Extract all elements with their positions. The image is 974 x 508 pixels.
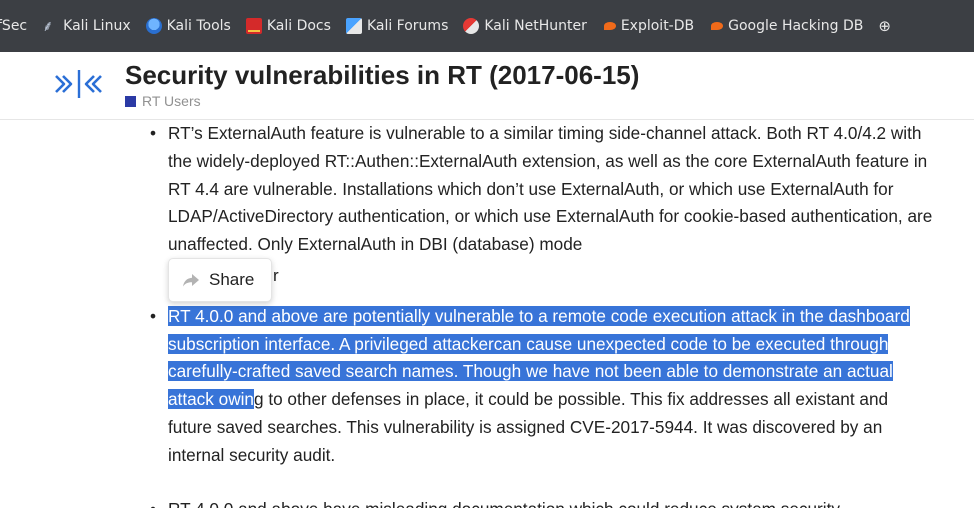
- list-item: RT 4.0.0 and above have misleading docum…: [146, 496, 936, 508]
- list-item-text-tail: r: [273, 266, 279, 285]
- list-item: RT 4.0.0 and above are potentially vulne…: [146, 303, 936, 470]
- double-chevron-icon: [55, 70, 102, 98]
- share-arrow-icon: [183, 274, 199, 287]
- bookmark-kali-forums[interactable]: Kali Forums: [345, 18, 449, 34]
- bookmark-google-hacking-db[interactable]: Google Hacking DB: [709, 18, 863, 34]
- list-item-text: g to other defenses in place, it could b…: [168, 389, 889, 465]
- bookmark-kali-nethunter[interactable]: Kali NetHunter: [463, 18, 587, 34]
- sidebar-toggle-button[interactable]: [52, 64, 116, 104]
- share-label: Share: [209, 270, 255, 289]
- page-title[interactable]: Security vulnerabilities in RT (2017-06-…: [125, 60, 639, 91]
- kali-dragon-icon: ⸙: [42, 17, 54, 35]
- bookmark-kali-tools[interactable]: Kali Tools: [145, 18, 231, 34]
- bookmark-label: fSec: [0, 18, 28, 34]
- category-badge[interactable]: RT Users: [125, 93, 201, 109]
- vulnerability-list: RT’s ExternalAuth feature is vulnerable …: [146, 120, 936, 508]
- bookmark-label: Kali NetHunter: [484, 18, 587, 34]
- bookmark-label: Exploit-DB: [620, 18, 695, 34]
- bookmark-label: Google Hacking DB: [728, 18, 864, 34]
- exploit-db-icon: [711, 22, 724, 30]
- bookmark-globe[interactable]: ⊕: [878, 18, 899, 34]
- list-item-text: RT 4.0.0 and above have misleading docum…: [168, 499, 843, 508]
- post-body: RT’s ExternalAuth feature is vulnerable …: [146, 120, 936, 508]
- bookmark-offsec[interactable]: fSec: [0, 18, 27, 34]
- bookmark-exploit-db[interactable]: Exploit-DB: [602, 18, 694, 34]
- category-color-swatch: [125, 95, 136, 107]
- bookmarks-bar: fSec ⸙ Kali Linux Kali Tools Kali Docs Ka…: [0, 0, 974, 52]
- exploit-db-icon: [603, 22, 616, 30]
- bookmark-label: Kali Forums: [366, 18, 449, 34]
- kali-forums-icon: [345, 18, 362, 34]
- bookmark-kali-docs[interactable]: Kali Docs: [245, 18, 331, 34]
- kali-tools-icon: [145, 18, 162, 34]
- bookmark-label: Kali Docs: [266, 18, 331, 34]
- bookmark-label: Kali Linux: [63, 18, 131, 34]
- category-label: RT Users: [142, 93, 201, 109]
- list-item-text: RT’s ExternalAuth feature is vulnerable …: [168, 123, 933, 255]
- bookmark-kali-linux[interactable]: ⸙ Kali Linux: [42, 18, 130, 34]
- topic-header: Security vulnerabilities in RT (2017-06-…: [0, 52, 974, 120]
- globe-icon: ⊕: [878, 17, 891, 35]
- bookmark-label: Kali Tools: [166, 18, 231, 34]
- share-selection-button[interactable]: Share: [168, 258, 272, 302]
- kali-nethunter-icon: [463, 18, 480, 34]
- kali-docs-icon: [245, 18, 262, 34]
